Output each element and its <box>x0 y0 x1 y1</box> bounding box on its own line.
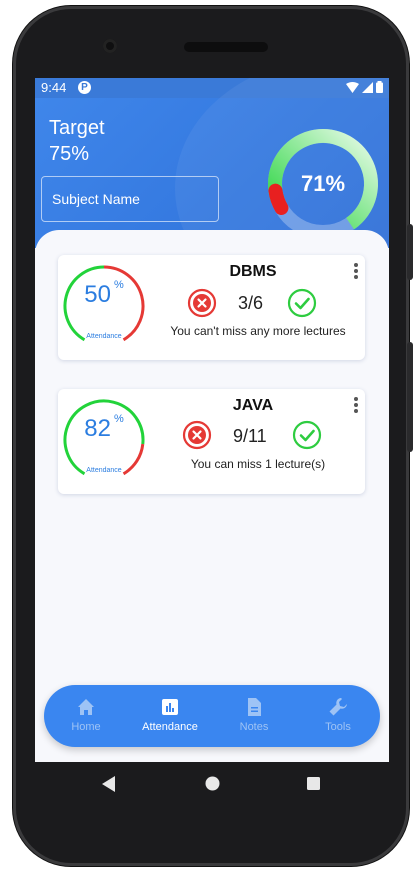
attendance-label: Attendance <box>86 333 122 340</box>
target-label: Target <box>49 117 105 139</box>
header: Target 75% 71% <box>35 78 389 318</box>
subject-name: DBMS <box>229 263 277 280</box>
more-vert-icon[interactable] <box>353 397 359 415</box>
app-screen: 9:44 P Target 75% 71% 50% Attendance DBM… <box>35 78 389 762</box>
percent-unit: % <box>113 413 124 425</box>
front-camera <box>103 39 117 53</box>
nav-attendance[interactable]: Attendance <box>128 685 212 747</box>
bottom-navigation: Home Attendance Notes Tools <box>44 685 380 747</box>
status-time: 9:44 <box>41 80 67 95</box>
overall-percent: 71% <box>300 171 346 196</box>
percent-value: 50 <box>84 281 111 308</box>
note-icon <box>248 698 261 716</box>
nav-notes[interactable]: Notes <box>212 685 296 747</box>
system-navigation-bar <box>35 762 389 806</box>
nav-home[interactable]: Home <box>44 685 128 747</box>
recents-icon[interactable] <box>307 777 320 790</box>
subject-card-dbms[interactable]: 50% Attendance DBMS 3/6 You can't miss a… <box>58 255 365 360</box>
subject-card-java[interactable]: 82% Attendance JAVA 9/11 You can miss 1 … <box>58 389 365 494</box>
nav-attendance-label: Attendance <box>142 721 198 733</box>
nav-notes-label: Notes <box>239 721 269 733</box>
mark-absent-button[interactable] <box>182 420 212 450</box>
percent-unit: % <box>113 279 124 291</box>
back-icon[interactable] <box>102 776 116 792</box>
nav-home-label: Home <box>71 721 101 733</box>
volume-button <box>407 342 413 452</box>
nav-tools[interactable]: Tools <box>296 685 380 747</box>
earpiece-speaker <box>184 42 268 52</box>
attendance-label: Attendance <box>86 467 122 474</box>
mark-absent-button[interactable] <box>187 288 217 318</box>
mark-present-button[interactable] <box>287 288 317 318</box>
mark-present-button[interactable] <box>292 420 322 450</box>
home-button-icon[interactable] <box>205 776 220 791</box>
target-value[interactable]: 75% <box>49 143 89 166</box>
wrench-icon <box>329 698 347 716</box>
attendance-message: You can miss 1 lecture(s) <box>190 457 326 471</box>
bar-chart-icon <box>162 699 178 715</box>
attendance-percent: 50% <box>61 279 147 309</box>
attendance-count: 3/6 <box>238 293 264 313</box>
nav-tools-label: Tools <box>325 721 351 733</box>
power-button <box>407 224 413 280</box>
attendance-percent: 82% <box>61 413 147 443</box>
subject-name-input[interactable] <box>41 176 219 222</box>
notification-icon: P <box>78 81 91 94</box>
attendance-message: You can't miss any more lectures <box>170 324 346 338</box>
home-icon <box>78 699 94 715</box>
subject-name: JAVA <box>232 397 274 414</box>
percent-value: 82 <box>84 415 111 442</box>
attendance-count: 9/11 <box>233 426 267 446</box>
more-vert-icon[interactable] <box>353 263 359 281</box>
